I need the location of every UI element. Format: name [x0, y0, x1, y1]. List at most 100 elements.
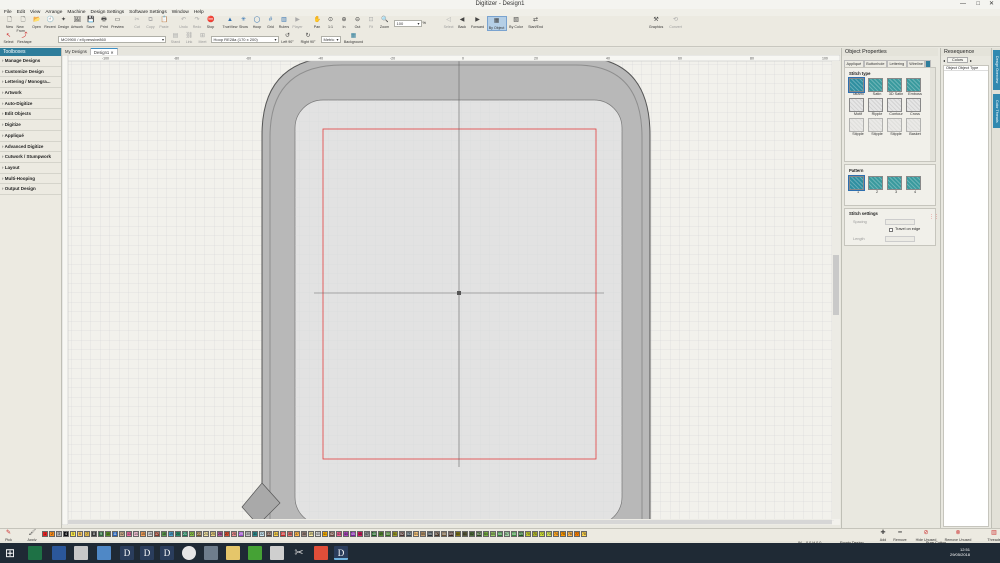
menu-item-view[interactable]: View [30, 10, 40, 15]
spacing-input[interactable] [885, 219, 915, 225]
menu-item-software-settings[interactable]: Software Settings [129, 10, 167, 15]
length-input[interactable] [885, 236, 915, 242]
graphics-button[interactable]: ⚒ Graphics [646, 16, 666, 31]
toolbox-artwork[interactable]: Artwork [0, 88, 61, 99]
rotate-right-button[interactable]: ↻ Right 90° [299, 32, 317, 47]
hoop-button[interactable]: ◯ Hoop [251, 16, 264, 31]
stitch-type-stipple[interactable]: Stipple [887, 118, 906, 136]
palette-color-18[interactable]: 18 [161, 531, 167, 537]
rulers-button[interactable]: ▥ Rulers [278, 16, 291, 31]
stitch-type-stipple[interactable]: Stipple [849, 118, 868, 136]
pattern-2[interactable]: 2 [868, 176, 887, 194]
folder-icon[interactable] [226, 546, 240, 560]
palette-color-57[interactable]: 57 [434, 531, 440, 537]
pattern-4[interactable]: 4 [906, 176, 925, 194]
stitch-type-scrollbar[interactable] [930, 68, 935, 161]
palette-color-29[interactable]: 29 [238, 531, 244, 537]
stitch-type-basket[interactable]: Basket [906, 118, 925, 136]
palette-color-11[interactable]: 11 [112, 531, 118, 537]
stitch-type-cross[interactable]: Cross [906, 98, 925, 116]
tab-buttonhole[interactable]: Buttonhole [863, 60, 887, 67]
palette-color-51[interactable]: 51 [392, 531, 398, 537]
palette-color-70[interactable]: 70 [525, 531, 531, 537]
machine-select[interactable]: MC9900 / eXpressive860 [58, 35, 166, 43]
palette-color-74[interactable]: 74 [553, 531, 559, 537]
palette-color-77[interactable]: 77 [574, 531, 580, 537]
palette-color-22[interactable]: 22 [189, 531, 195, 537]
toolbox-appliqu[interactable]: Appliqué [0, 131, 61, 142]
app-icon-green[interactable] [248, 546, 262, 560]
trueview-button[interactable]: ▲ TrueView [223, 16, 238, 31]
palette-color-59[interactable]: 59 [448, 531, 454, 537]
palette-color-3[interactable]: 3 [56, 531, 62, 537]
palette-color-5[interactable]: 5 [70, 531, 76, 537]
toolbox-layout[interactable]: Layout [0, 163, 61, 174]
tab-design1[interactable]: Design1 ✕ [90, 48, 118, 55]
stitch-type-stipple[interactable]: Stipple [868, 118, 887, 136]
palette-color-68[interactable]: 68 [511, 531, 517, 537]
close-icon[interactable]: ✕ [989, 0, 994, 9]
palette-color-19[interactable]: 19 [168, 531, 174, 537]
palette-color-63[interactable]: 63 [476, 531, 482, 537]
palette-color-42[interactable]: 42 [329, 531, 335, 537]
artwork-button[interactable]: 🖼 Artwork [71, 16, 84, 31]
palette-color-20[interactable]: 20 [175, 531, 181, 537]
palette-color-34[interactable]: 34 [273, 531, 279, 537]
toolbox-output-design[interactable]: Output Design [0, 184, 61, 195]
palette-color-44[interactable]: 44 [343, 531, 349, 537]
zoom-button[interactable]: 🔍 Zoom [378, 16, 391, 31]
palette-color-62[interactable]: 62 [469, 531, 475, 537]
digitizer-taskbar-icon-1[interactable]: D [120, 546, 134, 560]
cut-button[interactable]: ✂ Cut [131, 16, 144, 31]
menu-item-window[interactable]: Window [172, 10, 189, 15]
palette-color-16[interactable]: 16 [147, 531, 153, 537]
palette-color-45[interactable]: 45 [350, 531, 356, 537]
stand-button[interactable]: ▤ Stand [169, 32, 182, 47]
palette-color-38[interactable]: 38 [301, 531, 307, 537]
palette-color-49[interactable]: 49 [378, 531, 384, 537]
stitch-type-tatami[interactable]: Tatami [848, 77, 868, 96]
convert-button[interactable]: ⟲ Convert [667, 16, 685, 31]
palette-color-21[interactable]: 21 [182, 531, 188, 537]
tab-stitch-active[interactable] [925, 60, 932, 67]
paste-button[interactable]: 📋 Paste [158, 16, 171, 31]
1-1-button[interactable]: ⊙ 1:1 [324, 16, 337, 31]
palette-color-60[interactable]: 60 [455, 531, 461, 537]
recent-button[interactable]: 🕘 Recent [44, 16, 57, 31]
palette-color-12[interactable]: 12 [119, 531, 125, 537]
maximize-icon[interactable]: □ [976, 0, 980, 9]
app-icon-tools[interactable]: ✂ [292, 546, 306, 560]
by-object-button[interactable]: ▦ By Object [486, 16, 507, 31]
save-button[interactable]: 💾 Save [84, 16, 97, 31]
start-end-button[interactable]: ⇄ Start/End [526, 16, 546, 31]
palette-color-4[interactable]: 4 [63, 531, 69, 537]
in-button[interactable]: ⊕ In [338, 16, 351, 31]
palette-color-27[interactable]: 27 [224, 531, 230, 537]
palette-color-24[interactable]: 24 [203, 531, 209, 537]
design-button[interactable]: ✦ Design [57, 16, 70, 31]
toolbox-edit-objects[interactable]: Edit Objects [0, 109, 61, 121]
palette-color-13[interactable]: 13 [126, 531, 132, 537]
palette-color-15[interactable]: 15 [140, 531, 146, 537]
palette-color-7[interactable]: 7 [84, 531, 90, 537]
redo-button[interactable]: ↷ Redo [191, 16, 204, 31]
open-button[interactable]: 📂 Open [30, 16, 43, 31]
player-button[interactable]: ▶ Player [291, 16, 304, 31]
resequence-back-icon[interactable]: ◂ [943, 58, 945, 63]
tab-wireline[interactable]: Wireline [906, 60, 926, 67]
palette-color-72[interactable]: 72 [539, 531, 545, 537]
print-button[interactable]: 🖶 Print [98, 16, 111, 31]
palette-color-30[interactable]: 30 [245, 531, 251, 537]
palette-color-67[interactable]: 67 [504, 531, 510, 537]
select-tool-button[interactable]: ↖ Select [2, 32, 15, 47]
menu-item-edit[interactable]: Edit [17, 10, 25, 15]
stitch-type-3d-satin[interactable]: 3D Satin [887, 78, 906, 96]
vertical-scroll-thumb[interactable] [833, 255, 839, 315]
menu-item-help[interactable]: Help [194, 10, 204, 15]
palette-color-52[interactable]: 52 [399, 531, 405, 537]
chrome-icon[interactable] [182, 546, 196, 560]
menu-item-design-settings[interactable]: Design Settings [91, 10, 125, 15]
palette-color-9[interactable]: 9 [98, 531, 104, 537]
palette-color-58[interactable]: 58 [441, 531, 447, 537]
tab-lettering[interactable]: Lettering [886, 60, 907, 67]
